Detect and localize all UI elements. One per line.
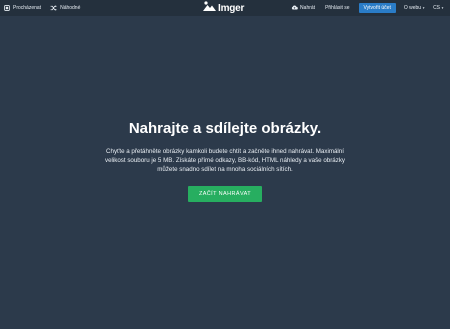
shuffle-icon: [50, 5, 57, 11]
mountain-logo-icon: [203, 0, 216, 17]
upload-link[interactable]: Nahrát: [291, 5, 315, 12]
nav-left: Procházenat Náhodné: [4, 0, 80, 16]
page-title: Nahrajte a sdílejte obrázky.: [128, 120, 322, 137]
about-dropdown[interactable]: O webu ▼: [404, 5, 425, 11]
top-navigation-bar: Procházenat Náhodné Imger Nahrát Přihlás…: [0, 0, 450, 16]
nav-right: Nahrát Přihlásit se Vytvořit účet O webu…: [291, 0, 444, 16]
chevron-down-icon: ▼: [441, 6, 444, 10]
random-label: Náhodné: [60, 5, 81, 11]
create-account-button[interactable]: Vytvořit účet: [358, 3, 396, 13]
about-label: O webu: [403, 5, 422, 11]
chevron-down-icon: ▼: [422, 6, 426, 10]
language-label: CS: [433, 5, 441, 11]
site-logo[interactable]: Imger: [203, 0, 245, 17]
hero-description: Chyťte a přetáhněte obrázky kamkoli bude…: [104, 148, 346, 173]
cloud-upload-icon: [291, 5, 298, 12]
language-dropdown[interactable]: CS ▼: [433, 5, 444, 11]
explore-link[interactable]: Procházenat: [4, 5, 41, 11]
upload-label: Nahrát: [300, 5, 316, 11]
hero-section: Nahrajte a sdílejte obrázky. Chyťte a př…: [0, 120, 450, 202]
brand-name: Imger: [218, 2, 245, 14]
explore-icon: [4, 5, 10, 11]
explore-label: Procházenat: [13, 5, 42, 11]
start-upload-button[interactable]: ZAČÍT NAHRÁVAT: [188, 186, 262, 202]
login-link[interactable]: Přihlásit se: [325, 5, 349, 11]
random-link[interactable]: Náhodné: [50, 5, 80, 11]
